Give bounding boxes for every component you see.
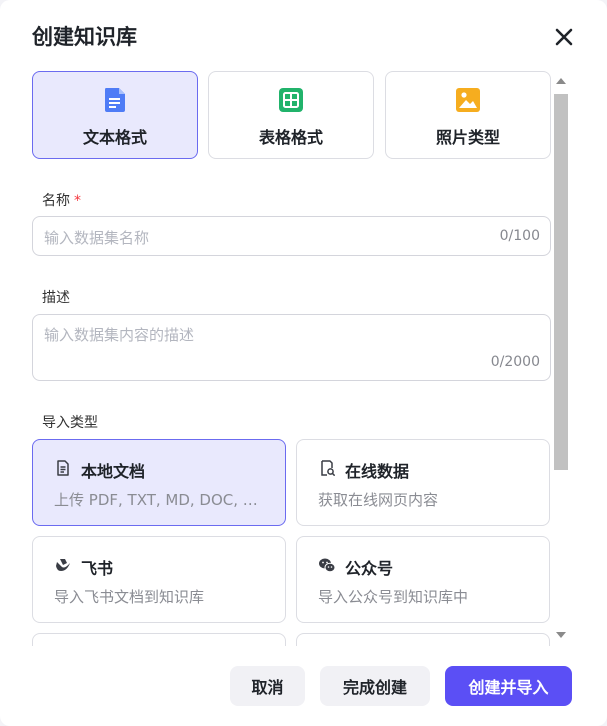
- feishu-icon: [54, 556, 72, 574]
- table-icon: [279, 87, 303, 113]
- cancel-button[interactable]: 取消: [230, 666, 305, 706]
- import-option-title: 本地文档: [81, 462, 146, 481]
- import-type-label: 导入类型: [42, 415, 98, 431]
- create-knowledge-base-dialog: 创建知识库 文本格式 表格格式 照片类型 名称 * 输入数据集名称 0/100 …: [0, 0, 607, 726]
- import-option-description: 导入公众号到知识库中: [318, 588, 469, 606]
- scrollbar[interactable]: [553, 72, 569, 644]
- import-option-title: 公众号: [345, 559, 394, 578]
- description-placeholder: 输入数据集内容的描述: [44, 326, 195, 344]
- name-char-counter: 0/100: [499, 228, 540, 244]
- dialog-body[interactable]: 文本格式 表格格式 照片类型 名称 * 输入数据集名称 0/100 描述 输入数…: [0, 66, 607, 646]
- wechat-icon: [318, 556, 336, 574]
- document-icon: [103, 87, 127, 113]
- import-option-partial[interactable]: [32, 633, 286, 646]
- name-input[interactable]: 输入数据集名称 0/100: [32, 216, 551, 256]
- format-type-label: 照片类型: [435, 128, 500, 147]
- import-option-partial[interactable]: [296, 633, 550, 646]
- web-page-icon: [318, 459, 336, 477]
- finish-create-button[interactable]: 完成创建: [320, 666, 430, 706]
- format-type-table[interactable]: 表格格式: [208, 71, 374, 159]
- format-type-selector: 文本格式 表格格式 照片类型: [32, 71, 551, 159]
- required-mark: *: [74, 193, 81, 209]
- description-char-counter: 0/2000: [490, 354, 540, 370]
- image-icon: [456, 87, 480, 113]
- import-option-local-document[interactable]: 本地文档 上传 PDF, TXT, MD, DOC, …: [32, 439, 286, 526]
- import-option-title: 飞书: [81, 559, 114, 578]
- import-option-title: 在线数据: [345, 462, 410, 481]
- close-icon[interactable]: [553, 26, 575, 48]
- dialog-header: 创建知识库: [32, 22, 575, 52]
- import-option-feishu[interactable]: 飞书 导入飞书文档到知识库: [32, 536, 286, 623]
- dialog-footer: 取消 完成创建 创建并导入: [0, 666, 607, 706]
- description-field-label: 描述: [42, 290, 70, 306]
- dialog-title: 创建知识库: [32, 25, 137, 49]
- format-type-label: 表格格式: [258, 128, 323, 147]
- import-option-description: 导入飞书文档到知识库: [54, 588, 205, 606]
- scroll-up-arrow-icon[interactable]: [556, 78, 566, 84]
- scroll-down-arrow-icon[interactable]: [556, 632, 566, 638]
- description-textarea[interactable]: 输入数据集内容的描述 0/2000: [32, 314, 551, 381]
- name-input-placeholder: 输入数据集名称: [44, 229, 150, 247]
- import-option-online-data[interactable]: 在线数据 获取在线网页内容: [296, 439, 550, 526]
- name-label-text: 名称: [42, 193, 70, 209]
- name-field-label: 名称 *: [42, 190, 81, 210]
- create-and-import-button[interactable]: 创建并导入: [445, 666, 572, 706]
- import-option-description: 上传 PDF, TXT, MD, DOC, …: [54, 491, 258, 509]
- format-type-label: 文本格式: [82, 128, 147, 147]
- format-type-image[interactable]: 照片类型: [385, 71, 551, 159]
- format-type-text[interactable]: 文本格式: [32, 71, 198, 159]
- import-option-description: 获取在线网页内容: [318, 491, 439, 509]
- scrollbar-thumb[interactable]: [554, 94, 568, 470]
- file-icon: [54, 459, 72, 477]
- import-option-wechat-official[interactable]: 公众号 导入公众号到知识库中: [296, 536, 550, 623]
